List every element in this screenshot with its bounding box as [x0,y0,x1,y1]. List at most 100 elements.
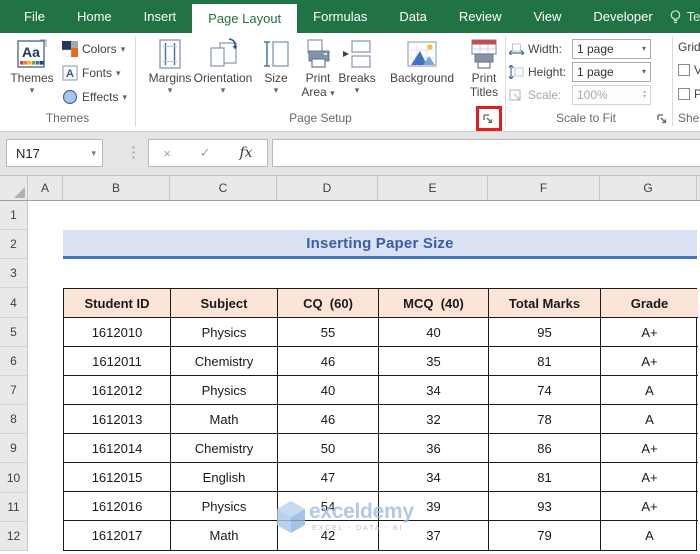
table-cell[interactable]: Math [171,521,278,550]
table-cell[interactable]: Chemistry [171,347,278,376]
table-header-cell[interactable]: Subject [171,289,278,318]
table-cell[interactable]: A+ [601,492,698,521]
print-area-button[interactable]: Print Area ▾ [298,37,338,112]
margins-button[interactable]: Margins ▾ [144,37,196,112]
spinner-icon[interactable]: ▴ ▾ [643,89,646,100]
scale-spinner[interactable]: 100% ▴ ▾ [572,85,651,105]
table-header-cell[interactable]: Total Marks [489,289,601,318]
tab-home[interactable]: Home [61,0,128,33]
background-button[interactable]: Background [385,37,459,112]
row-header-2[interactable]: 2 [0,230,27,260]
name-box[interactable]: N17 ▾ [6,139,103,167]
row-header-6[interactable]: 6 [0,347,27,376]
table-cell[interactable]: 47 [278,463,379,492]
colors-button[interactable]: Colors ▾ [62,39,125,59]
table-cell[interactable]: 1612016 [64,492,171,521]
fonts-button[interactable]: A Fonts ▾ [62,63,121,83]
table-cell[interactable]: 35 [379,347,489,376]
column-header-f[interactable]: F [488,176,600,200]
table-cell[interactable]: 81 [489,347,601,376]
table-cell[interactable]: Chemistry [171,434,278,463]
checkbox-icon[interactable] [678,88,690,100]
tab-view[interactable]: View [517,0,577,33]
row-header-10[interactable]: 10 [0,463,27,493]
row-header-1[interactable]: 1 [0,201,27,231]
table-cell[interactable]: 39 [379,492,489,521]
table-cell[interactable]: A+ [601,347,698,376]
table-cell[interactable]: 32 [379,405,489,434]
table-cell[interactable]: A [601,521,698,550]
row-header-9[interactable]: 9 [0,434,27,464]
row-header-7[interactable]: 7 [0,376,27,406]
enter-icon[interactable]: ✓ [200,145,211,161]
table-cell[interactable]: 54 [278,492,379,521]
table-cell[interactable]: 78 [489,405,601,434]
tab-review[interactable]: Review [443,0,518,33]
table-cell[interactable]: 34 [379,463,489,492]
table-cell[interactable]: A+ [601,434,698,463]
table-cell[interactable]: 34 [379,376,489,405]
table-cell[interactable]: 46 [278,347,379,376]
tell-me-box[interactable]: Tell me w [669,0,700,33]
effects-button[interactable]: Effects ▾ [62,87,127,107]
table-cell[interactable]: Physics [171,318,278,347]
tab-formulas[interactable]: Formulas [297,0,383,33]
table-cell[interactable]: A [601,405,698,434]
select-all-button[interactable] [0,176,28,200]
table-cell[interactable]: A+ [601,318,698,347]
scale-to-fit-dialog-launcher[interactable] [655,112,669,126]
gridlines-view-checkbox[interactable]: Vi [678,60,700,80]
table-header-cell[interactable]: Grade [601,289,698,318]
table-cell[interactable]: 55 [278,318,379,347]
gridlines-print-checkbox[interactable]: Pr [678,84,700,104]
height-select[interactable]: 1 page ▾ [572,62,651,82]
data-table[interactable]: Student ID Subject CQ (60) MCQ (40) Tota… [63,288,698,551]
table-cell[interactable]: 86 [489,434,601,463]
worksheet[interactable]: 1 2 3 4 5 6 7 8 9 10 11 12 Inserting Pap… [0,201,700,554]
table-cell[interactable]: A+ [601,463,698,492]
title-banner[interactable]: Inserting Paper Size [63,230,697,259]
table-cell[interactable]: 95 [489,318,601,347]
table-cell[interactable]: Math [171,405,278,434]
table-cell[interactable]: 1612014 [64,434,171,463]
column-header-b[interactable]: B [63,176,170,200]
table-cell[interactable]: 74 [489,376,601,405]
table-cell[interactable]: 93 [489,492,601,521]
orientation-button[interactable]: Orientation ▾ [193,37,253,112]
checkbox-icon[interactable] [678,64,690,76]
table-cell[interactable]: 1612013 [64,405,171,434]
formula-input[interactable] [272,139,700,167]
themes-button[interactable]: Aa Themes ▾ [5,37,59,112]
formula-bar-resize-handle[interactable]: ⋮ [126,143,141,163]
table-cell[interactable]: 40 [379,318,489,347]
row-header-12[interactable]: 12 [0,522,27,551]
table-cell[interactable]: 1612015 [64,463,171,492]
table-header-cell[interactable]: Student ID [64,289,171,318]
tab-developer[interactable]: Developer [577,0,668,33]
table-header-cell[interactable]: CQ (60) [278,289,379,318]
row-header-8[interactable]: 8 [0,405,27,435]
chevron-down-icon[interactable]: ▾ [91,148,96,159]
column-header-e[interactable]: E [378,176,488,200]
table-cell[interactable]: 46 [278,405,379,434]
table-cell[interactable]: 1612012 [64,376,171,405]
table-cell[interactable]: 36 [379,434,489,463]
table-cell[interactable]: 81 [489,463,601,492]
table-cell[interactable]: Physics [171,492,278,521]
table-cell[interactable]: A [601,376,698,405]
tab-insert[interactable]: Insert [128,0,193,33]
breaks-button[interactable]: Breaks ▾ [335,37,379,112]
table-cell[interactable]: English [171,463,278,492]
size-button[interactable]: Size ▾ [257,37,295,112]
tab-page-layout[interactable]: Page Layout [192,4,298,33]
column-header-g[interactable]: G [600,176,697,200]
table-cell[interactable]: 1612010 [64,318,171,347]
insert-function-icon[interactable]: fx [239,145,252,161]
row-header-4[interactable]: 4 [0,288,27,318]
table-cell[interactable]: 40 [278,376,379,405]
row-header-11[interactable]: 11 [0,493,27,522]
print-titles-button[interactable]: Print Titles [461,37,507,112]
table-cell[interactable]: 1612011 [64,347,171,376]
table-cell[interactable]: Physics [171,376,278,405]
row-header-3[interactable]: 3 [0,259,27,289]
